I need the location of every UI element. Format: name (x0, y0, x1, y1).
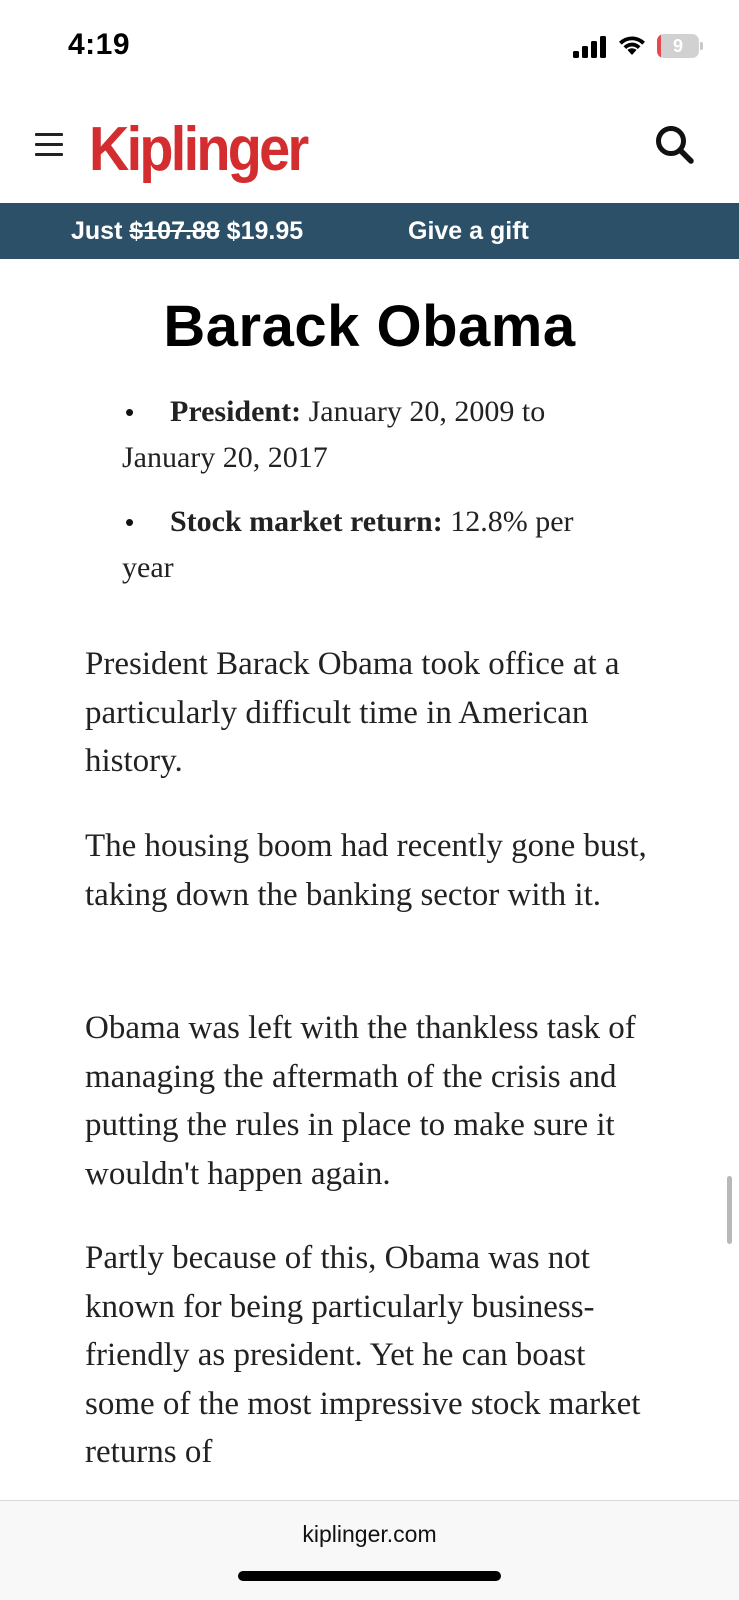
new-price: $19.95 (219, 217, 304, 245)
url-label[interactable]: kiplinger.com (0, 1521, 739, 1548)
hamburger-menu-icon[interactable] (35, 133, 63, 157)
fact-label: Stock market return: (170, 505, 443, 538)
subscribe-offer-link[interactable]: Just $107.88 $19.95 (71, 217, 303, 246)
offer-prefix: Just (71, 217, 130, 245)
paragraph: Obama was left with the thankless task o… (85, 1010, 636, 1192)
wifi-icon (619, 36, 645, 55)
paragraph: Partly because of this, Obama was not kn… (85, 1240, 641, 1470)
search-icon[interactable] (654, 124, 696, 166)
status-time: 4:19 (68, 28, 131, 61)
browser-address-bar: kiplinger.com (0, 1500, 739, 1600)
subscription-promo-bar: Just $107.88 $19.95 Give a gift (0, 203, 739, 259)
battery-icon: 9 (657, 34, 703, 58)
paragraph: President Barack Obama took office at a … (85, 646, 620, 779)
section-heading: Barack Obama (163, 294, 576, 359)
fact-label: President: (170, 395, 302, 428)
home-indicator[interactable] (238, 1571, 501, 1581)
fact-term: President: January 20, 2009 to January 2… (122, 389, 612, 481)
fact-list: President: January 20, 2009 to January 2… (122, 389, 612, 609)
status-bar: 4:19 9 (0, 0, 739, 96)
fact-return: Stock market return: 12.8% per year (122, 499, 612, 591)
battery-level: 9 (672, 36, 683, 56)
old-price: $107.88 (129, 217, 220, 245)
site-header: Kiplinger (0, 96, 739, 203)
article-body: Barack Obama President: January 20, 2009… (0, 259, 739, 1500)
cellular-signal-icon (573, 36, 606, 58)
kiplinger-logo[interactable]: Kiplinger (89, 110, 309, 190)
give-a-gift-link[interactable]: Give a gift (408, 217, 529, 246)
scrollbar[interactable] (727, 1176, 732, 1244)
paragraph: The housing boom had recently gone bust,… (85, 828, 647, 913)
